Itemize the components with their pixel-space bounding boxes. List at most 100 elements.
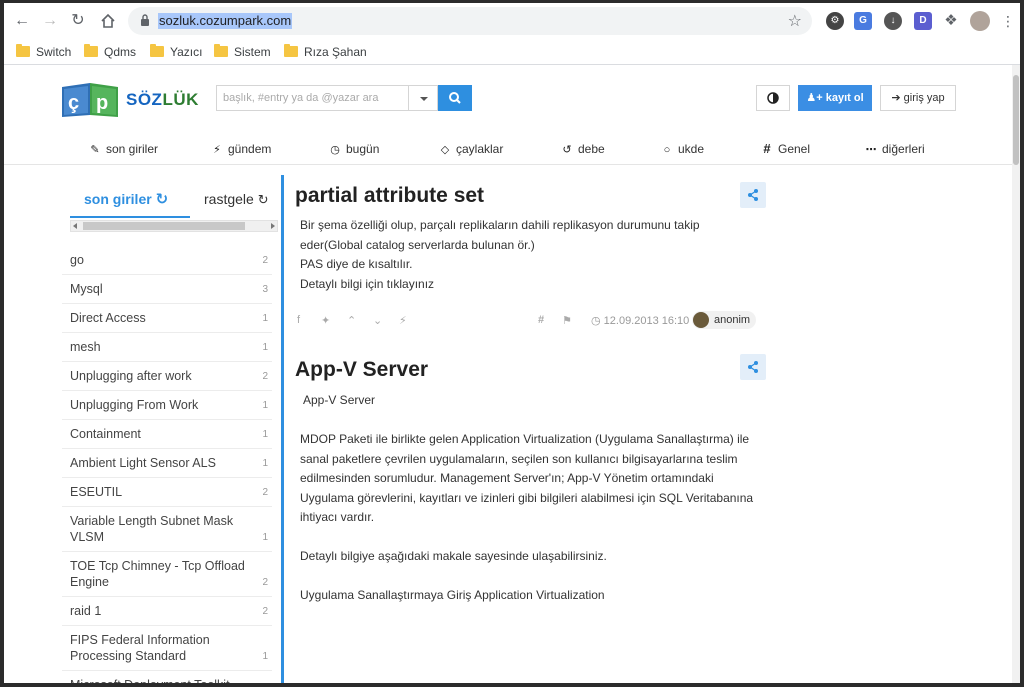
bookmark-sistem[interactable]: Sistem (214, 44, 271, 60)
topic-item[interactable]: TOE Tcp Chimney - Tcp Offload Engine 2 (62, 552, 272, 597)
scroll-left-icon[interactable] (73, 223, 77, 229)
svg-text:ç: ç (68, 92, 79, 114)
topic-item[interactable]: Unplugging From Work 1 (62, 391, 272, 420)
nav-caylaklar[interactable]: ◇ çaylaklar (438, 141, 504, 158)
home-icon[interactable] (98, 11, 118, 31)
nav-bugun[interactable]: ◷ bugün (328, 141, 379, 158)
puzzle-icon[interactable]: ❖ (942, 12, 960, 30)
back-icon[interactable]: ← (12, 11, 32, 31)
entry-title[interactable]: partial attribute set (295, 184, 484, 208)
tab-label: son giriler (84, 191, 152, 207)
entry-date[interactable]: ◷ 12.09.2013 16:10 (591, 314, 689, 327)
topic-item[interactable]: Containment 1 (62, 420, 272, 449)
topic-list: go 2 Mysql 3 Direct Access 1 mesh 1 Unplugging a… (62, 246, 272, 683)
entry-line: Detaylı bilgiye aşağıdaki makale sayesin… (300, 549, 607, 563)
scrollbar-thumb[interactable] (83, 222, 245, 230)
nav-label: Genel (778, 142, 811, 156)
theme-toggle-button[interactable] (756, 85, 790, 111)
tab-rastgele[interactable]: rastgele ↻ (204, 191, 269, 208)
entry-title[interactable]: App-V Server (295, 358, 428, 382)
topic-title: Variable Length Subnet Mask VLSM (70, 514, 234, 544)
bookmark-label: Yazıcı (170, 45, 203, 59)
topic-item[interactable]: mesh 1 (62, 333, 272, 362)
page-scrollbar[interactable] (1012, 65, 1020, 683)
nav-ukde[interactable]: ○ ukde (660, 141, 704, 158)
topic-item[interactable]: FIPS Federal Information Processing Stan… (62, 626, 272, 671)
nav-gundem[interactable]: ⚡ gündem (210, 141, 271, 158)
nav-son-giriler[interactable]: ✎ son giriler (88, 141, 158, 158)
nav-digerleri[interactable]: ⋯ diğerleri (864, 141, 925, 158)
share-button[interactable] (740, 354, 766, 380)
top-navigation: ✎ son giriler ⚡ gündem ◷ bugün ◇ çaylaklar ↺… (4, 135, 1012, 165)
flag-icon[interactable]: ⚑ (562, 314, 572, 327)
logo-text: SÖZLÜK (126, 90, 199, 109)
search-button[interactable] (438, 85, 472, 111)
topic-item[interactable]: ESEUTIL 2 (62, 478, 272, 507)
topic-title: ESEUTIL (70, 485, 123, 499)
bookmark-riza-sahan[interactable]: Rıza Şahan (284, 44, 367, 60)
topic-item[interactable]: Microsoft Deployment Toolkit MDT (62, 671, 272, 683)
browser-toolbar: ← → ↻ sozluk.cozumpark.com ☆ ⚙ G ↓ D ❖ ⋮ (4, 3, 1020, 39)
topic-item[interactable]: raid 1 2 (62, 597, 272, 626)
search-input[interactable]: başlık, #entry ya da @yazar ara (216, 85, 408, 111)
pencil-icon: ✎ (90, 144, 100, 156)
nav-genel[interactable]: # Genel (760, 141, 810, 157)
topic-count: 1 (262, 651, 268, 662)
bookmark-switch[interactable]: Switch (16, 44, 71, 60)
topic-item[interactable]: Variable Length Subnet Mask VLSM 1 (62, 507, 272, 552)
menu-dots-icon[interactable]: ⋮ (998, 11, 1018, 31)
bookmark-label: Qdms (104, 45, 137, 59)
topic-item[interactable]: Unplugging after work 2 (62, 362, 272, 391)
upvote-icon[interactable]: ⌃ (347, 314, 356, 327)
scroll-right-icon[interactable] (271, 223, 275, 229)
sign-in-icon: ➔ (891, 92, 904, 104)
refresh-icon[interactable]: ↻ (156, 191, 169, 208)
translate-icon[interactable]: G (854, 12, 872, 30)
clock-icon: ◷ (330, 144, 340, 156)
search-dropdown-button[interactable] (408, 85, 438, 111)
topic-item[interactable]: Ambient Light Sensor ALS 1 (62, 449, 272, 478)
register-button[interactable]: ♟+ kayıt ol (798, 85, 872, 111)
bookmark-yazici[interactable]: Yazıcı (150, 44, 202, 60)
d-extension-icon[interactable]: D (914, 12, 932, 30)
tab-label: rastgele (204, 191, 254, 207)
browser-chrome: ← → ↻ sozluk.cozumpark.com ☆ ⚙ G ↓ D ❖ ⋮… (4, 3, 1020, 65)
hash-icon[interactable]: # (538, 314, 544, 326)
bolt-icon[interactable]: ⚡ (399, 314, 407, 327)
page-scrollbar-thumb[interactable] (1013, 75, 1019, 165)
bookmark-star-icon[interactable]: ☆ (788, 11, 802, 31)
topic-item[interactable]: Direct Access 1 (62, 304, 272, 333)
url-text[interactable]: sozluk.cozumpark.com (158, 13, 293, 29)
entry-link[interactable]: Detaylı bilgi için tıklayınız (300, 275, 760, 295)
author-badge[interactable]: anonim (692, 311, 757, 329)
search-icon (449, 92, 461, 104)
rotate-icon: ↻ (257, 192, 269, 207)
download-icon[interactable]: ↓ (884, 12, 902, 30)
bookmark-qdms[interactable]: Qdms (84, 44, 136, 60)
reload-icon[interactable]: ↻ (68, 11, 88, 31)
entry-spacer (300, 528, 760, 548)
hash-icon: # (763, 141, 771, 156)
twitter-icon[interactable]: ✦ (321, 314, 330, 327)
extension-icon[interactable]: ⚙ (826, 12, 844, 30)
topic-item[interactable]: go 2 (62, 246, 272, 275)
nav-debe[interactable]: ↺ debe (560, 141, 604, 158)
tab-son-giriler[interactable]: son giriler ↻ (84, 190, 168, 208)
site-logo[interactable]: ç p SÖZLÜK (60, 79, 198, 119)
forward-icon[interactable]: → (40, 11, 60, 31)
bookmark-label: Switch (36, 45, 72, 59)
tabs-horizontal-scrollbar[interactable] (70, 220, 278, 232)
topic-item[interactable]: Mysql 3 (62, 275, 272, 304)
topic-count: 3 (262, 284, 268, 295)
entry-body: App-V Server MDOP Paketi ile birlikte ge… (300, 391, 760, 606)
lock-icon (141, 14, 149, 26)
share-button[interactable] (740, 182, 766, 208)
profile-avatar[interactable] (970, 11, 990, 31)
downvote-icon[interactable]: ⌄ (373, 314, 382, 327)
address-bar[interactable]: sozluk.cozumpark.com ☆ (128, 7, 812, 35)
login-label: giriş yap (903, 92, 945, 104)
entry-date-text: 12.09.2013 16:10 (603, 315, 690, 327)
facebook-icon[interactable]: f (297, 314, 300, 326)
entry-link[interactable]: Uygulama Sanallaştırmaya Giriş Applicati… (300, 586, 760, 606)
login-button[interactable]: ➔ giriş yap (880, 85, 956, 111)
